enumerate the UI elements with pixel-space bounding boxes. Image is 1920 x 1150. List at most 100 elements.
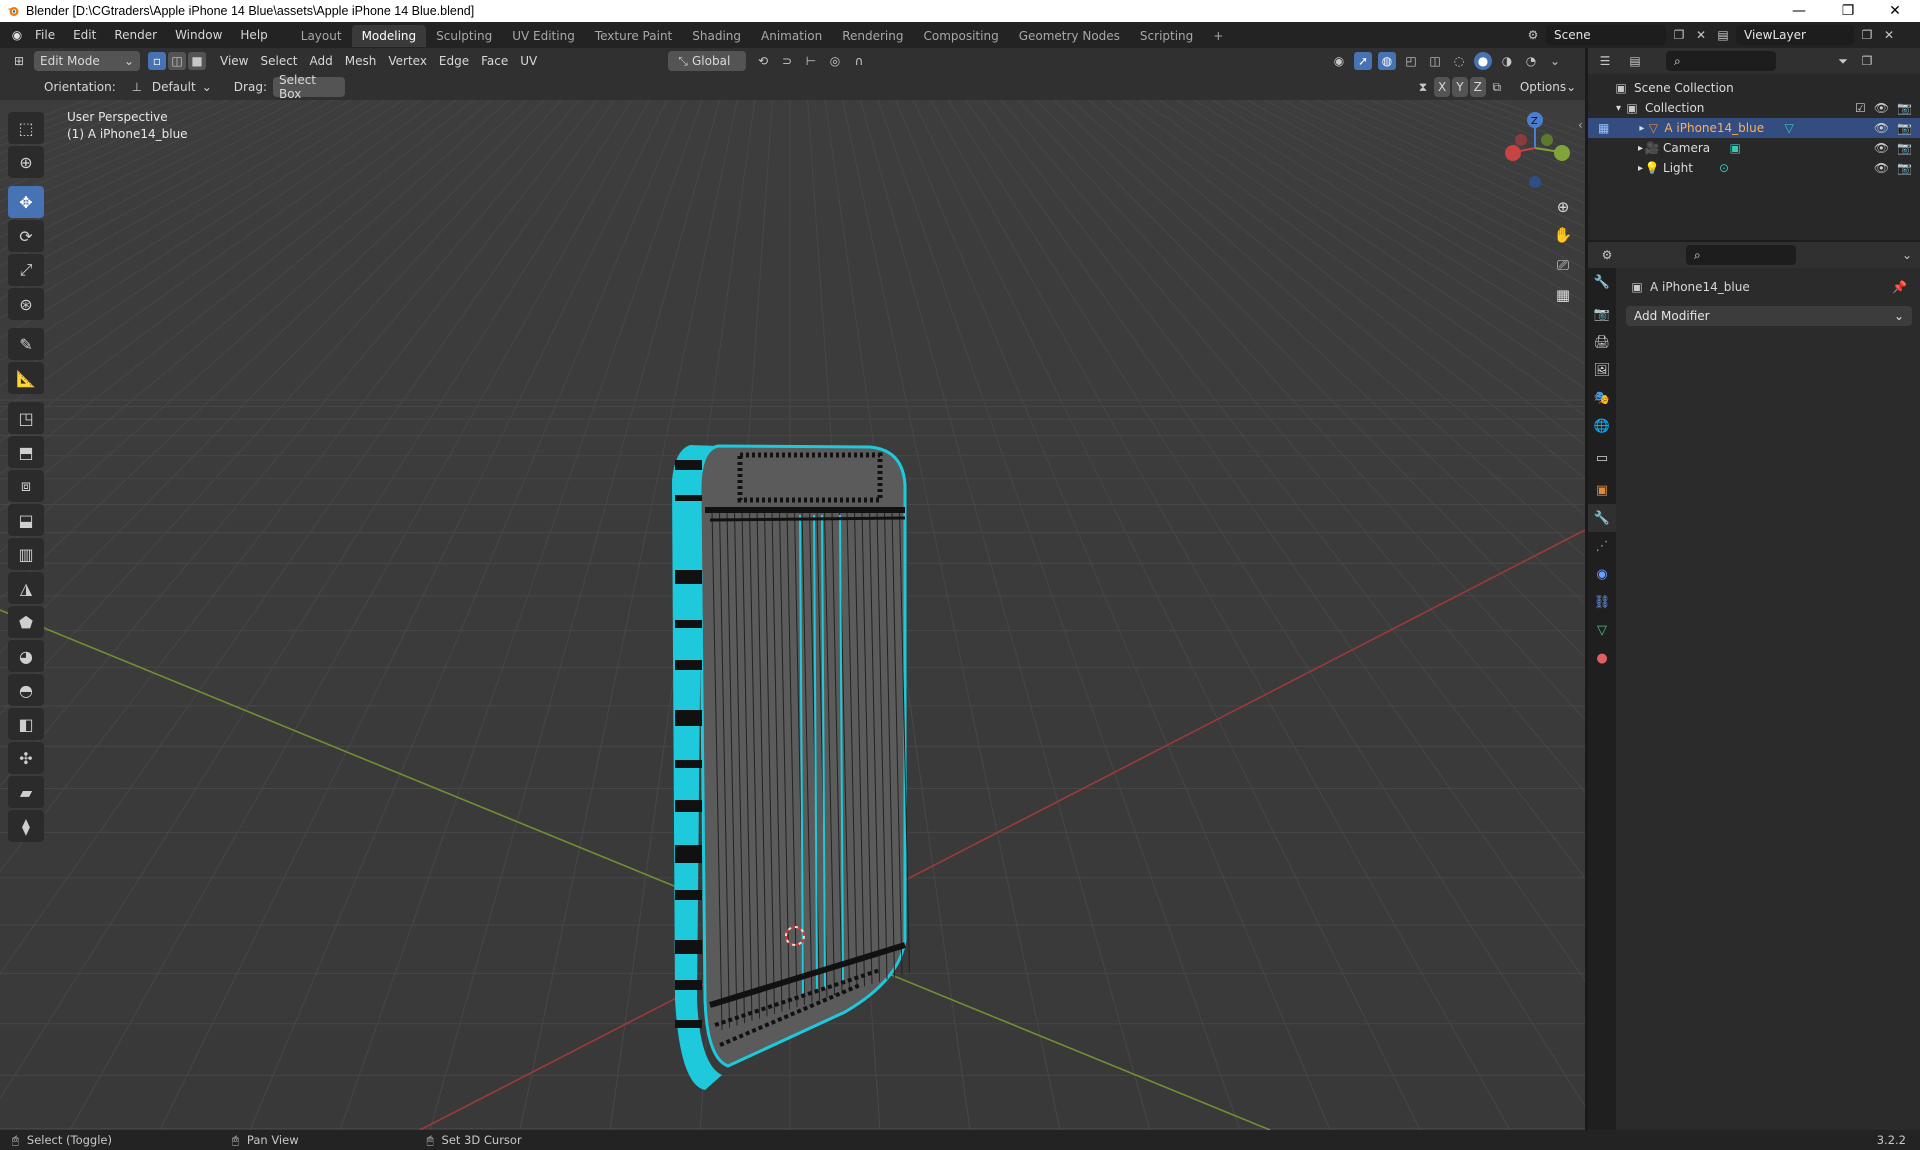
delete-view-layer-icon[interactable]: ✕ bbox=[1880, 26, 1898, 44]
physics-tab-icon[interactable]: ◉ bbox=[1588, 560, 1616, 588]
3d-viewport[interactable]: Z User Perspective (1) A iPhone14_blue ⊕… bbox=[0, 100, 1585, 1130]
cursor-tool[interactable]: ⊕ bbox=[8, 146, 44, 178]
outliner-editor-type-icon[interactable]: ☰ bbox=[1596, 52, 1614, 70]
axis-x-toggle[interactable]: X bbox=[1434, 77, 1451, 97]
tab-texture-paint[interactable]: Texture Paint bbox=[585, 25, 682, 47]
drag-selector[interactable]: Select Box bbox=[272, 73, 345, 101]
iphone-mesh[interactable] bbox=[672, 444, 910, 1090]
menu-select[interactable]: Select bbox=[254, 51, 303, 71]
edge-select-icon[interactable]: ◫ bbox=[168, 52, 186, 70]
menu-help[interactable]: Help bbox=[231, 22, 276, 48]
tab-rendering[interactable]: Rendering bbox=[832, 25, 913, 47]
tab-scripting[interactable]: Scripting bbox=[1130, 25, 1203, 47]
menu-view[interactable]: View bbox=[214, 51, 254, 71]
collection-visibility[interactable]: ☑ 👁 📷 bbox=[1855, 101, 1912, 115]
bevel-tool[interactable]: ⬓ bbox=[8, 504, 44, 536]
outliner-row-scene-collection[interactable]: ▣ Scene Collection bbox=[1588, 78, 1920, 98]
new-view-layer-icon[interactable]: ❐ bbox=[1858, 26, 1876, 44]
object-visibility[interactable]: 👁 📷 bbox=[1874, 141, 1912, 155]
outliner-row-light[interactable]: ▸ 💡 Light ⊙ 👁 📷 bbox=[1588, 158, 1920, 178]
smooth-tool[interactable]: ◓ bbox=[8, 674, 44, 706]
checkbox-icon[interactable]: ☑ bbox=[1855, 101, 1866, 115]
topology-mirror-icon[interactable]: ⧉ bbox=[1488, 78, 1506, 96]
tool-tab-icon[interactable]: 🔧 bbox=[1588, 268, 1616, 296]
zoom-icon[interactable]: ⊕ bbox=[1550, 194, 1576, 220]
transform-tool[interactable]: ⊛ bbox=[8, 288, 44, 320]
overlays-toggle-icon[interactable]: ◍ bbox=[1378, 52, 1396, 70]
orientation-selector[interactable]: ⊥ Default ⌄ bbox=[122, 77, 218, 97]
transform-orientation-selector[interactable]: ⤡ Global bbox=[668, 51, 746, 71]
menu-face[interactable]: Face bbox=[475, 51, 514, 71]
sidebar-toggle-icon[interactable]: ‹ bbox=[1578, 118, 1583, 132]
camera-render-icon[interactable]: 📷 bbox=[1897, 101, 1912, 115]
camera-render-icon[interactable]: 📷 bbox=[1897, 161, 1912, 175]
eye-icon[interactable]: 👁 bbox=[1874, 141, 1889, 155]
close-button[interactable]: ✕ bbox=[1872, 0, 1918, 22]
editor-type-icon[interactable]: ⊞ bbox=[10, 52, 28, 70]
chevron-down-icon[interactable]: ⌄ bbox=[1898, 246, 1916, 264]
tab-sculpting[interactable]: Sculpting bbox=[426, 25, 502, 47]
menu-edit[interactable]: Edit bbox=[64, 22, 105, 48]
vertex-select-icon[interactable]: ▫ bbox=[148, 52, 166, 70]
properties-search-input[interactable]: ⌕ bbox=[1686, 245, 1796, 265]
xray-toggle-icon[interactable]: ◫ bbox=[1426, 52, 1444, 70]
menu-file[interactable]: File bbox=[26, 22, 64, 48]
collection-tab-icon[interactable]: ▭ bbox=[1588, 444, 1616, 472]
face-select-icon[interactable]: ■ bbox=[188, 52, 206, 70]
display-mode-icon[interactable]: ▤ bbox=[1626, 52, 1644, 70]
scale-tool[interactable]: ⤢ bbox=[8, 254, 44, 286]
add-workspace-button[interactable]: + bbox=[1203, 25, 1233, 47]
edit-mode-icon[interactable]: ▦ bbox=[1598, 121, 1609, 135]
tab-modeling[interactable]: Modeling bbox=[351, 25, 427, 47]
world-tab-icon[interactable]: 🌐 bbox=[1588, 412, 1616, 440]
outliner-row-collection[interactable]: ▾ ▣ Collection ☑ 👁 📷 bbox=[1588, 98, 1920, 118]
menu-mesh[interactable]: Mesh bbox=[339, 51, 383, 71]
select-box-tool[interactable]: ⬚ bbox=[8, 112, 44, 144]
outliner-row-camera[interactable]: ▸ 🎥 Camera ▣ 👁 📷 bbox=[1588, 138, 1920, 158]
outliner-row-iphone[interactable]: ▦ ▸ ▽ A iPhone14_blue ▽ 👁 📷 bbox=[1588, 118, 1920, 138]
knife-tool[interactable]: ◮ bbox=[8, 572, 44, 604]
axis-z-toggle[interactable]: Z bbox=[1469, 77, 1486, 97]
scene-selector[interactable]: Scene bbox=[1546, 25, 1666, 45]
render-tab-icon[interactable]: 📷 bbox=[1588, 300, 1616, 328]
object-visibility[interactable]: 👁 📷 bbox=[1874, 121, 1912, 135]
material-tab-icon[interactable]: ● bbox=[1588, 644, 1616, 672]
add-modifier-button[interactable]: Add Modifier ⌄ bbox=[1626, 306, 1912, 326]
data-tab-icon[interactable]: ▽ bbox=[1588, 616, 1616, 644]
camera-render-icon[interactable]: 📷 bbox=[1897, 141, 1912, 155]
pan-hand-icon[interactable]: ✋ bbox=[1550, 222, 1576, 248]
wireframe-shading-icon[interactable]: ◌ bbox=[1450, 52, 1468, 70]
proportional-edit-icon[interactable]: ◎ bbox=[826, 52, 844, 70]
visibility-icon[interactable]: ◉ bbox=[1330, 52, 1348, 70]
object-visibility[interactable]: 👁 📷 bbox=[1874, 161, 1912, 175]
solid-shading-icon[interactable]: ● bbox=[1474, 52, 1492, 70]
snap-target-icon[interactable]: ⊢ bbox=[802, 52, 820, 70]
gizmo-toggle-icon[interactable]: ➚ bbox=[1354, 52, 1372, 70]
menu-add[interactable]: Add bbox=[304, 51, 339, 71]
menu-uv[interactable]: UV bbox=[514, 51, 543, 71]
edge-slide-tool[interactable]: ◧ bbox=[8, 708, 44, 740]
pivot-point-icon[interactable]: ⟲ bbox=[754, 52, 772, 70]
snap-icon[interactable]: ⊃ bbox=[778, 52, 796, 70]
pin-icon[interactable]: 📌 bbox=[1892, 280, 1907, 294]
particles-tab-icon[interactable]: ⋰ bbox=[1588, 532, 1616, 560]
menu-edge[interactable]: Edge bbox=[433, 51, 475, 71]
object-tab-icon[interactable]: ▣ bbox=[1588, 476, 1616, 504]
shading-options-icon[interactable]: ⌄ bbox=[1546, 52, 1564, 70]
axis-y-toggle[interactable]: Y bbox=[1452, 77, 1468, 97]
annotate-tool[interactable]: ✎ bbox=[8, 328, 44, 360]
falloff-icon[interactable]: ∩ bbox=[850, 52, 868, 70]
outliner-search-input[interactable]: ⌕ bbox=[1666, 51, 1776, 71]
output-tab-icon[interactable]: 🖨 bbox=[1588, 328, 1616, 356]
poly-build-tool[interactable]: ⬟ bbox=[8, 606, 44, 638]
tab-uv-editing[interactable]: UV Editing bbox=[502, 25, 585, 47]
spin-tool[interactable]: ◕ bbox=[8, 640, 44, 672]
options-dropdown[interactable]: Options ⌄ bbox=[1514, 77, 1582, 97]
mesh-overlays-icon[interactable]: ◰ bbox=[1402, 52, 1420, 70]
loop-cut-tool[interactable]: ▥ bbox=[8, 538, 44, 570]
tab-compositing[interactable]: Compositing bbox=[913, 25, 1008, 47]
constraints-tab-icon[interactable]: ⛓ bbox=[1588, 588, 1616, 616]
tab-layout[interactable]: Layout bbox=[291, 25, 352, 47]
scene-icon[interactable]: ⚙ bbox=[1524, 26, 1542, 44]
tab-geometry-nodes[interactable]: Geometry Nodes bbox=[1009, 25, 1130, 47]
